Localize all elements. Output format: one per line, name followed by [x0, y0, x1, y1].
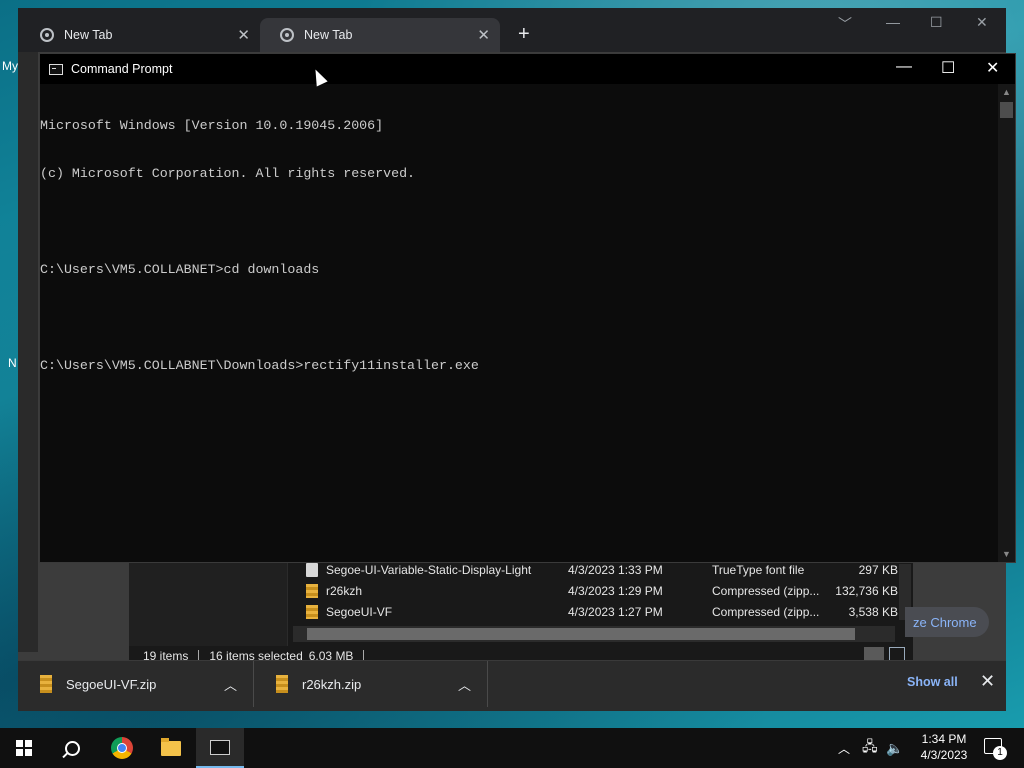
taskbar-clock[interactable]: 1:34 PM 4/3/2023: [914, 731, 974, 763]
file-size: 132,736 KB: [835, 584, 898, 598]
minimize-icon[interactable]: —: [896, 58, 912, 76]
close-window-icon[interactable]: ✕: [976, 14, 988, 31]
font-file-icon: [306, 563, 318, 577]
file-name: r26kzh: [326, 584, 363, 598]
console-icon: [210, 739, 230, 755]
folder-icon: [161, 737, 181, 756]
console-output[interactable]: Microsoft Windows [Version 10.0.19045.20…: [40, 84, 997, 562]
console-line: (c) Microsoft Corporation. All rights re…: [40, 166, 416, 181]
close-tab-icon[interactable]: ✕: [477, 26, 490, 44]
close-download-shelf-icon[interactable]: ✕: [980, 671, 995, 692]
chrome-tab-active[interactable]: New Tab ✕: [260, 18, 500, 52]
tab-label: New Tab: [304, 28, 353, 42]
show-all-downloads-link[interactable]: Show all: [907, 675, 958, 689]
desktop-icon-label[interactable]: My: [2, 59, 18, 73]
download-item[interactable]: r26kzh.zip ︿: [254, 661, 488, 707]
chrome-content-edge: [18, 52, 38, 652]
file-name: SegoeUI-VF: [326, 605, 393, 619]
file-type: Compressed (zipp...: [712, 605, 820, 619]
console-line: Microsoft Windows [Version 10.0.19045.20…: [40, 118, 384, 133]
chevron-up-icon[interactable]: ︿: [458, 675, 471, 694]
file-date: 4/3/2023 1:33 PM: [568, 563, 663, 577]
close-tab-icon[interactable]: ✕: [237, 26, 250, 44]
file-row[interactable]: r26kzh 4/3/2023 1:29 PM Compressed (zipp…: [306, 581, 900, 601]
download-shelf: SegoeUI-VF.zip ︿ r26kzh.zip ︿ Show all ✕: [18, 660, 1006, 711]
search-icon: [64, 740, 80, 756]
file-explorer-window: Segoe-UI-Variable-Static-Display-Light 4…: [129, 562, 913, 666]
taskbar: ︿ 🖧 🔈 1:34 PM 4/3/2023 1: [0, 728, 1024, 768]
console-scrollbar[interactable]: ▲ ▼: [998, 84, 1015, 562]
maximize-icon[interactable]: ☐: [930, 14, 943, 31]
chrome-tab[interactable]: New Tab ✕: [20, 18, 260, 52]
close-window-icon[interactable]: ✕: [986, 58, 999, 78]
chrome-tab-favicon-icon: [280, 28, 294, 42]
search-button[interactable]: [48, 728, 96, 768]
file-name: Segoe-UI-Variable-Static-Display-Light: [326, 563, 532, 577]
download-item[interactable]: SegoeUI-VF.zip ︿: [18, 661, 254, 707]
customize-chrome-button[interactable]: ze Chrome: [905, 607, 989, 637]
minimize-icon[interactable]: —: [886, 14, 900, 30]
chevron-up-icon[interactable]: ︿: [224, 675, 237, 694]
clock-date: 4/3/2023: [920, 748, 968, 762]
explorer-horizontal-scrollbar[interactable]: [293, 626, 895, 642]
volume-icon[interactable]: 🔈: [886, 728, 903, 768]
taskbar-command-prompt-button[interactable]: [196, 728, 244, 768]
taskbar-chrome-button[interactable]: [98, 728, 146, 768]
chrome-icon: [111, 737, 133, 759]
console-line: C:\Users\VM5.COLLABNET>cd downloads: [40, 262, 320, 277]
explorer-nav-pane: [129, 562, 288, 646]
console-line: C:\Users\VM5.COLLABNET\Downloads>rectify…: [40, 358, 479, 373]
command-prompt-titlebar[interactable]: Command Prompt — ☐ ✕: [40, 54, 1015, 84]
file-row[interactable]: Segoe-UI-Variable-Static-Display-Light 4…: [306, 560, 900, 580]
taskbar-file-explorer-button[interactable]: [147, 728, 195, 768]
zip-folder-icon: [306, 584, 318, 598]
window-title: Command Prompt: [71, 62, 173, 76]
scroll-up-arrow-icon[interactable]: ▲: [1002, 87, 1011, 97]
new-tab-button[interactable]: +: [518, 24, 530, 44]
file-type: TrueType font file: [712, 563, 805, 577]
tab-label: New Tab: [64, 28, 113, 42]
file-size: 3,538 KB: [848, 605, 898, 619]
notification-badge: 1: [993, 746, 1007, 760]
large-icons-view-icon[interactable]: [889, 647, 905, 661]
zip-file-icon: [40, 675, 52, 693]
windows-logo-icon: [16, 740, 32, 756]
start-button[interactable]: [0, 728, 48, 768]
file-size: 297 KB: [858, 563, 898, 577]
maximize-icon[interactable]: ☐: [941, 58, 955, 78]
file-date: 4/3/2023 1:27 PM: [568, 605, 663, 619]
scrollbar-thumb[interactable]: [307, 628, 855, 640]
download-filename: r26kzh.zip: [302, 676, 362, 692]
zip-file-icon: [276, 675, 288, 693]
file-date: 4/3/2023 1:29 PM: [568, 584, 663, 598]
scroll-down-arrow-icon[interactable]: ▼: [1002, 549, 1011, 559]
scrollbar-thumb[interactable]: [1000, 102, 1013, 118]
file-row[interactable]: SegoeUI-VF 4/3/2023 1:27 PM Compressed (…: [306, 602, 900, 622]
clock-time: 1:34 PM: [921, 732, 967, 746]
zip-folder-icon: [306, 605, 318, 619]
console-icon: [49, 63, 63, 75]
chrome-tab-strip: New Tab ✕ New Tab ✕ + ﹀ — ☐ ✕: [18, 8, 1006, 52]
download-filename: SegoeUI-VF.zip: [66, 676, 157, 692]
tab-search-chevron-icon[interactable]: ﹀: [838, 14, 852, 34]
command-prompt-window[interactable]: Command Prompt — ☐ ✕ Microsoft Windows […: [39, 53, 1016, 563]
network-icon[interactable]: 🖧: [862, 728, 878, 768]
file-type: Compressed (zipp...: [712, 584, 820, 598]
desktop-icon-label[interactable]: N: [8, 356, 17, 370]
show-hidden-icons-chevron-icon[interactable]: ︿: [838, 728, 850, 768]
chrome-tab-favicon-icon: [40, 28, 54, 42]
